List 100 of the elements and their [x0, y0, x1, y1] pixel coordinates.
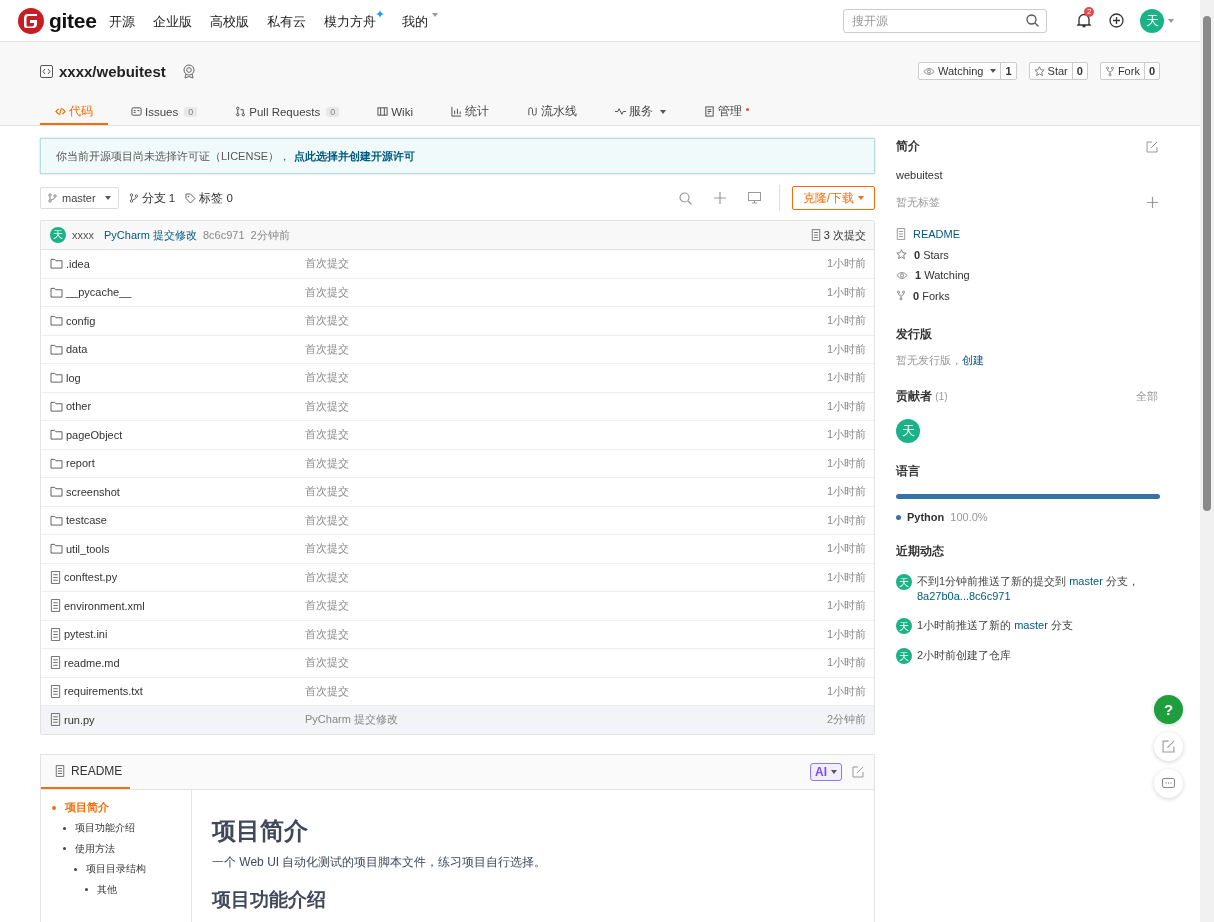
toc-item[interactable]: 项目目录结构	[86, 862, 146, 877]
commit-message[interactable]: 首次提交	[305, 626, 827, 642]
edit-icon[interactable]	[852, 765, 864, 778]
file-name[interactable]: requirements.txt	[64, 685, 143, 698]
file-row[interactable]: data 首次提交 1小时前	[41, 335, 874, 364]
readme-tab[interactable]: README	[41, 754, 131, 789]
file-row[interactable]: util_tools 首次提交 1小时前	[41, 535, 874, 564]
file-row[interactable]: report 首次提交 1小时前	[41, 449, 874, 478]
sidebar-link[interactable]: 0 Forks	[913, 289, 950, 302]
file-name[interactable]: report	[66, 457, 95, 470]
file-row[interactable]: __pycache__ 首次提交 1小时前	[41, 278, 874, 307]
commit-hash[interactable]: 8c6c971	[202, 229, 245, 241]
file-name[interactable]: environment.xml	[64, 599, 145, 612]
nav-link[interactable]: 模力方舟	[323, 10, 384, 31]
file-name[interactable]: other	[66, 400, 92, 413]
file-name[interactable]: .idea	[66, 257, 90, 270]
commit-message[interactable]: 首次提交	[305, 427, 827, 443]
commit-message[interactable]: 首次提交	[305, 569, 827, 585]
ai-button[interactable]: AI	[810, 762, 842, 781]
search-field[interactable]: 搜开源	[843, 8, 1047, 33]
file-name[interactable]: pytest.ini	[64, 628, 108, 641]
file-row[interactable]: .idea 首次提交 1小时前	[41, 250, 874, 279]
create-license-link[interactable]: 点此选择并创建开源许可	[294, 148, 416, 164]
commit-message[interactable]: 首次提交	[305, 541, 827, 557]
activity-link[interactable]: master	[1069, 575, 1103, 587]
file-row[interactable]: config 首次提交 1小时前	[41, 307, 874, 336]
commit-message[interactable]: 首次提交	[305, 598, 827, 614]
sidebar-link[interactable]: 0 Stars	[914, 248, 949, 261]
nav-link[interactable]: 企业版	[152, 10, 192, 31]
branches-link[interactable]: 分支 1	[128, 190, 176, 206]
file-row[interactable]: log 首次提交 1小时前	[41, 364, 874, 393]
commit-message[interactable]: 首次提交	[305, 484, 827, 500]
feedback-button[interactable]	[1154, 732, 1183, 761]
toc-item[interactable]: 其他	[97, 882, 117, 897]
plus-icon[interactable]	[1109, 13, 1124, 28]
sidebar-link[interactable]: README	[913, 228, 961, 241]
commit-message[interactable]: 首次提交	[305, 370, 827, 386]
watch-button[interactable]: Watching	[919, 63, 1002, 79]
create-release-link[interactable]: 创建	[962, 354, 984, 366]
file-name[interactable]: pageObject	[66, 428, 123, 441]
nav-link[interactable]: 私有云	[266, 10, 306, 31]
file-name[interactable]: config	[66, 314, 96, 327]
file-name[interactable]: util_tools	[66, 542, 110, 555]
commits-link[interactable]: 3 次提交	[810, 227, 866, 243]
sidebar-link[interactable]: 1 Watching	[915, 269, 970, 282]
toc-item[interactable]: 项目功能介绍	[75, 821, 135, 836]
file-name[interactable]: testcase	[66, 514, 107, 527]
commit-message[interactable]: PyCharm 提交修改	[104, 227, 197, 243]
file-name[interactable]: log	[66, 371, 81, 384]
file-name[interactable]: data	[66, 343, 88, 356]
repository-tab[interactable]: Issues 0	[116, 100, 213, 125]
file-row[interactable]: run.py PyCharm 提交修改 2分钟前	[41, 706, 874, 734]
file-row[interactable]: pytest.ini 首次提交 1小时前	[41, 620, 874, 649]
file-row[interactable]: readme.md 首次提交 1小时前	[41, 649, 874, 678]
repository-tab[interactable]: Pull Requests 0	[220, 100, 355, 125]
edit-icon[interactable]	[1146, 140, 1158, 153]
commit-message[interactable]: 首次提交	[305, 683, 827, 699]
nav-link[interactable]: 开源	[108, 10, 135, 31]
commit-message[interactable]: 首次提交	[305, 512, 827, 528]
repository-tab[interactable]: Wiki	[362, 100, 428, 125]
search-icon[interactable]	[678, 191, 692, 205]
activity-link[interactable]: master	[1014, 619, 1048, 631]
commit-message[interactable]: 首次提交	[305, 313, 827, 329]
file-name[interactable]: run.py	[64, 713, 95, 726]
count-label[interactable]: 0	[1144, 63, 1159, 79]
repository-name[interactable]: xxxx/webuitest	[59, 62, 166, 80]
star-button[interactable]: Star	[1029, 63, 1073, 79]
fork-button[interactable]: Fork	[1100, 63, 1145, 79]
file-row[interactable]: pageObject 首次提交 1小时前	[41, 421, 874, 450]
branch-selector[interactable]: master	[40, 187, 119, 209]
toc-item[interactable]: 使用方法	[75, 841, 115, 856]
repository-tab[interactable]: 统计	[435, 100, 504, 125]
repository-tab[interactable]: 管理	[688, 100, 757, 125]
monitor-icon[interactable]	[747, 192, 761, 204]
commit-message[interactable]: 首次提交	[305, 341, 827, 357]
award-icon[interactable]	[181, 63, 196, 79]
repository-tab[interactable]: 流水线	[511, 100, 592, 125]
nav-menu[interactable]: 我的	[401, 10, 438, 31]
scrollbar[interactable]	[1200, 0, 1214, 922]
tags-link[interactable]: 标签 0	[185, 190, 233, 206]
file-name[interactable]: screenshot	[66, 485, 120, 498]
file-name[interactable]: readme.md	[64, 656, 120, 669]
file-row[interactable]: conftest.py 首次提交 1小时前	[41, 563, 874, 592]
file-name[interactable]: conftest.py	[64, 571, 118, 584]
nav-link[interactable]: 高校版	[209, 10, 249, 31]
count-label[interactable]: 1	[1001, 63, 1016, 79]
count-label[interactable]: 0	[1072, 63, 1087, 79]
file-row[interactable]: testcase 首次提交 1小时前	[41, 506, 874, 535]
activity-link[interactable]: 8a27b0a...8c6c971	[917, 590, 1011, 602]
commit-message[interactable]: 首次提交	[305, 398, 827, 414]
file-row[interactable]: environment.xml 首次提交 1小时前	[41, 592, 874, 621]
file-row[interactable]: other 首次提交 1小时前	[41, 392, 874, 421]
bell-icon[interactable]	[1077, 13, 1091, 28]
file-name[interactable]: __pycache__	[66, 286, 132, 299]
logo-text[interactable]: gitee	[49, 8, 97, 33]
file-row[interactable]: screenshot 首次提交 1小时前	[41, 478, 874, 507]
chat-button[interactable]	[1154, 769, 1183, 798]
commit-message[interactable]: 首次提交	[305, 256, 827, 272]
repository-tab[interactable]: 服务	[599, 100, 681, 125]
commit-message[interactable]: 首次提交	[305, 455, 827, 471]
